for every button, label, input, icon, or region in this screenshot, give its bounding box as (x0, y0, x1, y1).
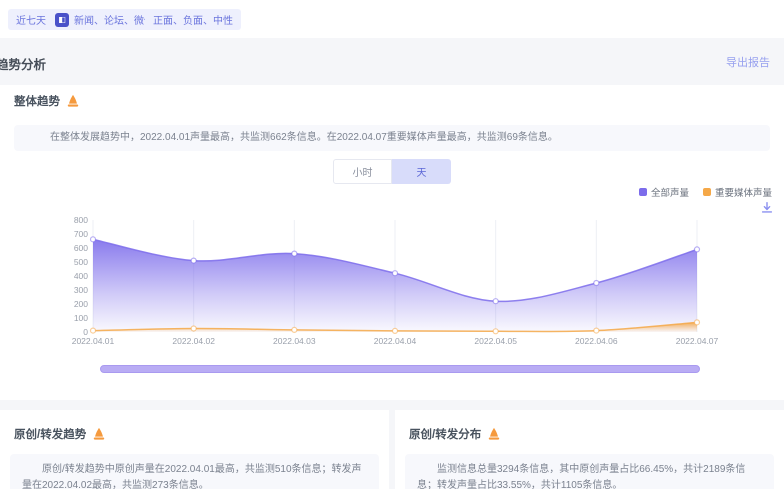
sources-icon: ◧ (55, 13, 69, 27)
trend-chart: 01002003004005006007008002022.04.012022.… (0, 200, 784, 350)
svg-text:2022.04.05: 2022.04.05 (474, 336, 517, 346)
svg-text:2022.04.06: 2022.04.06 (575, 336, 618, 346)
toggle-day-button[interactable]: 天 (392, 159, 451, 184)
svg-text:2022.04.03: 2022.04.03 (273, 336, 316, 346)
svg-text:700: 700 (74, 229, 88, 239)
toggle-hour-button[interactable]: 小时 (333, 159, 392, 184)
crown-icon (66, 94, 80, 108)
filter-sentiment[interactable]: 正面、负面、中性 (145, 9, 241, 30)
svg-text:100: 100 (74, 313, 88, 323)
overall-trend-title: 整体趋势 (14, 93, 60, 109)
original-forward-trend-summary: 原创/转发趋势中原创声量在2022.04.01最高，共监测510条信息；转发声量… (10, 454, 379, 489)
legend-swatch-total (639, 188, 647, 196)
original-forward-distribution-card: 原创/转发分布 监测信息总量3294条信息，其中原创声量占比66.45%，共计2… (395, 410, 784, 489)
svg-text:400: 400 (74, 271, 88, 281)
granularity-toggle: 小时 天 (333, 159, 451, 184)
page-title: 趋势分析 (0, 54, 46, 73)
original-forward-distribution-summary: 监测信息总量3294条信息，其中原创声量占比66.45%，共计2189条信息；转… (405, 454, 774, 489)
legend-label-media: 重要媒体声量 (715, 185, 772, 199)
original-forward-trend-summary-text: 原创/转发趋势中原创声量在2022.04.01最高，共监测510条信息；转发声量… (22, 462, 367, 489)
svg-text:600: 600 (74, 243, 88, 253)
chart-legend: 全部声量 重要媒体声量 (639, 185, 772, 199)
export-report-link[interactable]: 导出报告 (726, 54, 770, 70)
filter-time-range-label: 近七天 (16, 12, 46, 27)
overall-summary-text: 在整体发展趋势中，2022.04.01声量最高，共监测662条信息。在2022.… (30, 125, 754, 151)
original-forward-distribution-summary-text: 监测信息总量3294条信息，其中原创声量占比66.45%，共计2189条信息；转… (417, 462, 762, 489)
svg-text:2022.04.04: 2022.04.04 (374, 336, 417, 346)
original-forward-distribution-title: 原创/转发分布 (409, 426, 481, 442)
filter-sentiment-label: 正面、负面、中性 (153, 12, 233, 27)
svg-text:2022.04.01: 2022.04.01 (72, 336, 115, 346)
svg-text:500: 500 (74, 257, 88, 267)
svg-text:2022.04.02: 2022.04.02 (172, 336, 215, 346)
svg-text:300: 300 (74, 285, 88, 295)
chart-scrollbar[interactable] (100, 365, 700, 373)
original-forward-trend-card: 原创/转发趋势 原创/转发趋势中原创声量在2022.04.01最高，共监测510… (0, 410, 389, 489)
legend-swatch-media (703, 188, 711, 196)
legend-item-media[interactable]: 重要媒体声量 (703, 185, 772, 199)
overall-trend-card: 整体趋势 在整体发展趋势中，2022.04.01声量最高，共监测662条信息。在… (0, 85, 784, 400)
crown-icon (92, 427, 106, 441)
crown-icon (487, 427, 501, 441)
legend-label-total: 全部声量 (651, 185, 689, 199)
section-header: 趋势分析 导出报告 (0, 38, 784, 85)
legend-item-total[interactable]: 全部声量 (639, 185, 689, 199)
original-forward-trend-title: 原创/转发趋势 (14, 426, 86, 442)
filter-bar: 近七天 ◧ 新闻、论坛、微信... 正面、负面、中性 (0, 0, 784, 38)
svg-text:800: 800 (74, 215, 88, 225)
overall-summary: 在整体发展趋势中，2022.04.01声量最高，共监测662条信息。在2022.… (14, 125, 770, 151)
svg-text:2022.04.07: 2022.04.07 (676, 336, 719, 346)
svg-text:200: 200 (74, 299, 88, 309)
